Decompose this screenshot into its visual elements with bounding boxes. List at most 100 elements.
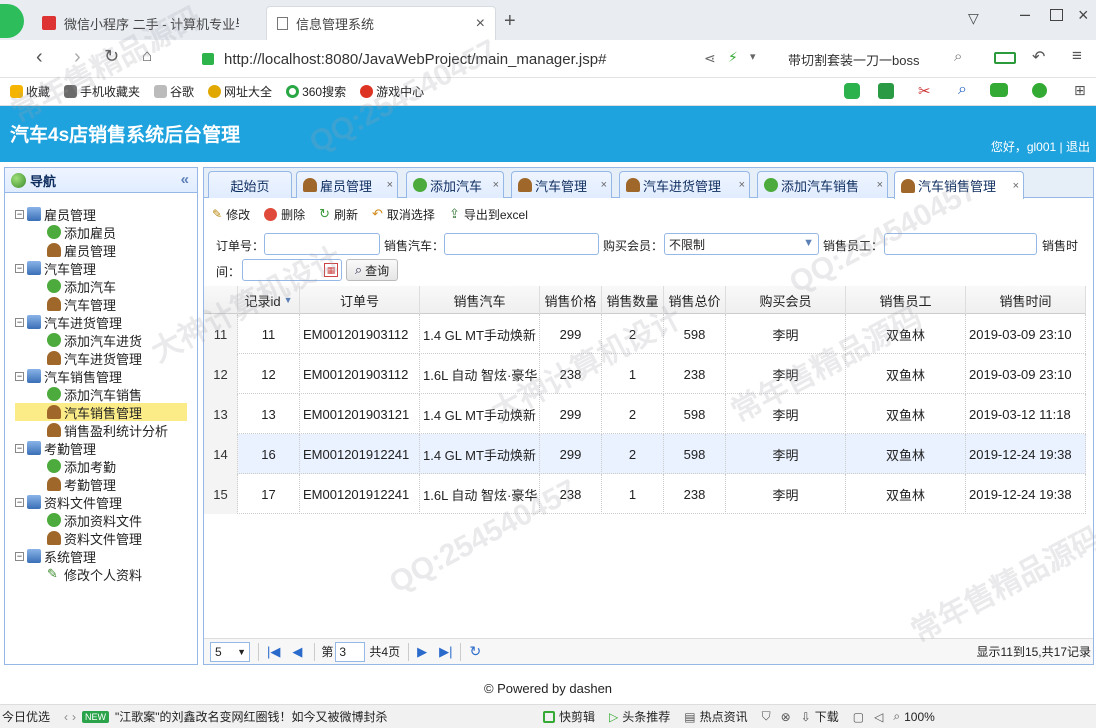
tree-item-manage-file[interactable]: 资料文件管理 bbox=[47, 529, 142, 547]
close-icon[interactable]: × bbox=[739, 179, 745, 191]
tree-item-add-purchase[interactable]: 添加汽车进货 bbox=[47, 331, 142, 349]
column-header-time[interactable]: 销售时间 bbox=[966, 286, 1086, 314]
tree-group-system[interactable]: − 系统管理 bbox=[15, 547, 96, 565]
bookmark-games[interactable]: 游戏中心 bbox=[360, 83, 424, 100]
bookmark-mobile[interactable]: 手机收藏夹 bbox=[64, 83, 140, 100]
column-header-employee[interactable]: 销售员工 bbox=[846, 286, 966, 314]
refresh-page-icon[interactable]: ↻ bbox=[469, 643, 481, 660]
extension-icon[interactable] bbox=[844, 83, 860, 99]
column-header-total[interactable]: 销售总价 bbox=[664, 286, 726, 314]
calendar-icon[interactable]: ▦ bbox=[324, 263, 338, 277]
signal-icon[interactable]: ⊗ bbox=[781, 710, 791, 724]
query-button[interactable]: ⌕ 查询 bbox=[346, 259, 398, 281]
table-row[interactable]: 11 11 EM001201903112 1.4 GL MT手动焕新 299 2 598 李明… bbox=[204, 314, 1086, 354]
column-header-car[interactable]: 销售汽车 bbox=[420, 286, 540, 314]
tree-item-manage-car[interactable]: 汽车管理 bbox=[47, 295, 116, 313]
tab-purchase-manage[interactable]: 汽车进货管理 × bbox=[619, 171, 750, 198]
download-icon[interactable]: ⇩ bbox=[801, 710, 811, 724]
tab-home[interactable]: 起始页 bbox=[208, 171, 292, 198]
share-icon[interactable]: ⋖ bbox=[704, 50, 716, 67]
collapse-node-icon[interactable]: − bbox=[15, 443, 24, 453]
last-page-icon[interactable]: ▶| bbox=[439, 644, 452, 660]
apps-grid-icon[interactable]: ⊞ bbox=[1074, 82, 1086, 99]
tree-group-employee[interactable]: − 雇员管理 bbox=[15, 205, 96, 223]
status-item-quick-cut[interactable]: 快剪辑 bbox=[559, 708, 595, 725]
minimize-icon[interactable]: – bbox=[1020, 4, 1030, 25]
collapse-node-icon[interactable]: − bbox=[15, 263, 24, 273]
welcome-logout[interactable]: 您好，gl001 | 退出 bbox=[991, 138, 1090, 155]
new-tab-icon[interactable]: + bbox=[504, 10, 516, 33]
employee-input[interactable] bbox=[884, 233, 1037, 255]
order-no-input[interactable] bbox=[264, 233, 380, 255]
tab-employee-manage[interactable]: 雇员管理 × bbox=[296, 171, 398, 198]
dropdown-icon[interactable]: ▾ bbox=[750, 50, 756, 63]
magnifier-icon[interactable]: ⌕ bbox=[958, 81, 967, 99]
close-icon[interactable]: × bbox=[387, 179, 393, 191]
page-size-select[interactable]: 5 ▼ bbox=[210, 641, 250, 662]
close-icon[interactable]: × bbox=[1013, 180, 1019, 192]
tab-add-car[interactable]: 添加汽车 × bbox=[406, 171, 504, 198]
tab-car-manage[interactable]: 汽车管理 × bbox=[511, 171, 612, 198]
close-window-icon[interactable]: × bbox=[1078, 5, 1089, 26]
lightning-icon[interactable]: ⚡ bbox=[728, 49, 738, 66]
tab-sale-manage[interactable]: 汽车销售管理 × bbox=[894, 171, 1024, 199]
column-header-id[interactable]: 记录id ▼ bbox=[238, 286, 300, 314]
search-icon[interactable]: ⌕ bbox=[954, 48, 962, 65]
zoom-search-icon[interactable]: ⌕ bbox=[893, 709, 900, 724]
translate-icon[interactable] bbox=[878, 83, 894, 99]
bookmark-google[interactable]: 谷歌 bbox=[154, 83, 194, 100]
column-header-qty[interactable]: 销售数量 bbox=[602, 286, 664, 314]
speaker-icon[interactable]: ◁ bbox=[874, 710, 883, 724]
tree-group-files[interactable]: − 资料文件管理 bbox=[15, 493, 122, 511]
chevron-right-icon[interactable]: › bbox=[72, 710, 76, 724]
table-row[interactable]: 13 13 EM001201903121 1.4 GL MT手动焕新 299 2 598 李明… bbox=[204, 394, 1086, 434]
browser-tab-1[interactable]: 微信小程序 二手 - 计算机专业毕 bbox=[32, 6, 264, 40]
status-item-hot-news[interactable]: 热点资讯 bbox=[700, 708, 748, 725]
battery-icon[interactable] bbox=[994, 52, 1016, 64]
tree-group-sales[interactable]: − 汽车销售管理 bbox=[15, 367, 122, 385]
unselect-button[interactable]: ↶ 取消选择 bbox=[372, 206, 435, 223]
tree-item-add-attendance[interactable]: 添加考勤 bbox=[47, 457, 116, 475]
collapse-node-icon[interactable]: − bbox=[15, 209, 24, 219]
page-number-input[interactable]: 3 bbox=[335, 641, 366, 662]
tree-item-add-car[interactable]: 添加汽车 bbox=[47, 277, 116, 295]
forward-icon[interactable]: › bbox=[74, 46, 81, 69]
tree-item-edit-profile[interactable]: ✎ 修改个人资料 bbox=[47, 565, 142, 583]
close-icon[interactable]: × bbox=[493, 179, 499, 191]
news-icon[interactable]: ▤ bbox=[684, 710, 695, 724]
close-icon[interactable]: × bbox=[877, 179, 883, 191]
bookmark-web-directory[interactable]: 网址大全 bbox=[208, 83, 272, 100]
status-left[interactable]: 今日优选 bbox=[2, 708, 50, 725]
table-row[interactable]: 12 12 EM001201903112 1.6L 自动 智炫·豪华 238 1 238 李明… bbox=[204, 354, 1086, 394]
table-row[interactable]: 14 16 EM001201912241 1.4 GL MT手动焕新 299 2 598 李明… bbox=[204, 434, 1086, 474]
close-icon[interactable]: × bbox=[601, 179, 607, 191]
news-headline[interactable]: "江歌案"的刘鑫改名变网红圈钱！如今又被微博封杀 bbox=[115, 708, 433, 725]
column-header-member[interactable]: 购买会员 bbox=[726, 286, 846, 314]
tree-item-add-file[interactable]: 添加资料文件 bbox=[47, 511, 142, 529]
collapse-node-icon[interactable]: − bbox=[15, 371, 24, 381]
gamepad-icon[interactable] bbox=[990, 83, 1008, 97]
close-tab-icon[interactable]: × bbox=[476, 15, 485, 33]
delete-button[interactable]: 删除 bbox=[264, 206, 305, 223]
collapse-icon[interactable]: « bbox=[181, 171, 189, 188]
first-page-icon[interactable]: |◀ bbox=[267, 644, 280, 660]
tree-group-attendance[interactable]: − 考勤管理 bbox=[15, 439, 96, 457]
tree-group-purchase[interactable]: − 汽车进货管理 bbox=[15, 313, 122, 331]
menu-icon[interactable]: ≡ bbox=[1072, 46, 1082, 66]
tree-item-manage-employee[interactable]: 雇员管理 bbox=[47, 241, 116, 259]
window-icon[interactable]: ▢ bbox=[853, 710, 864, 724]
table-row[interactable]: 15 17 EM001201912241 1.6L 自动 智炫·豪华 238 1 238 李明… bbox=[204, 474, 1086, 514]
refresh-button[interactable]: ↻ 刷新 bbox=[319, 206, 358, 223]
bookmark-favorites[interactable]: 收藏 bbox=[10, 83, 50, 100]
tree-item-manage-sale[interactable]: 汽车销售管理 bbox=[15, 403, 187, 421]
coin-icon[interactable] bbox=[1032, 83, 1047, 98]
home-icon[interactable]: ⌂ bbox=[142, 46, 152, 66]
browser-tab-2[interactable]: 信息管理系统 × bbox=[266, 6, 496, 40]
shirt-icon[interactable]: ▽ bbox=[968, 10, 979, 27]
undo-icon[interactable]: ↶ bbox=[1032, 47, 1045, 67]
status-item-headlines[interactable]: 头条推荐 bbox=[622, 708, 670, 725]
shield-icon[interactable]: ⛉ bbox=[762, 709, 771, 724]
tree-item-add-sale[interactable]: 添加汽车销售 bbox=[47, 385, 142, 403]
edit-button[interactable]: ✎ 修改 bbox=[212, 206, 250, 223]
tab-add-sale[interactable]: 添加汽车销售 × bbox=[757, 171, 888, 198]
